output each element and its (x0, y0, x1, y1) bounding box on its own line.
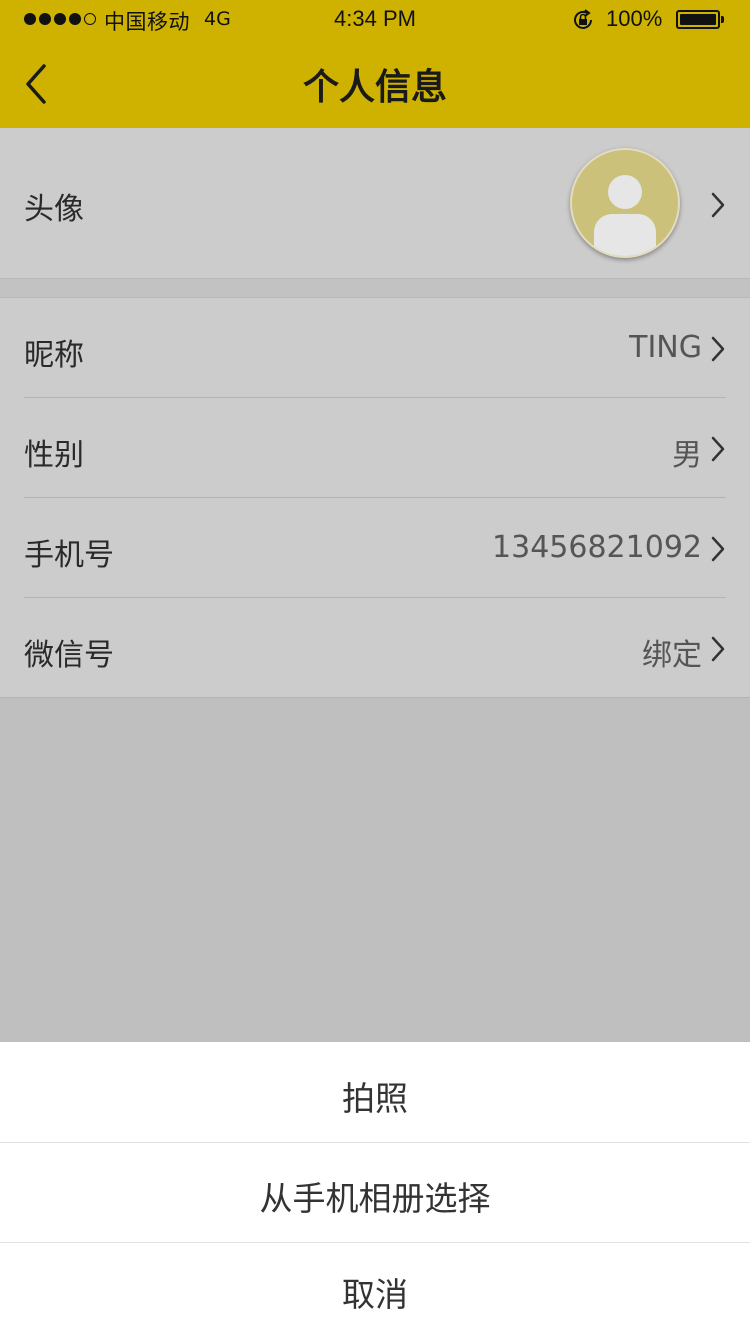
page-title: 个人信息 (302, 67, 447, 108)
section-separator (0, 278, 750, 298)
gender-label: 性别 (24, 438, 84, 473)
rotation-lock-icon (574, 9, 592, 29)
nickname-value: TING (629, 330, 702, 365)
wechat-label: 微信号 (24, 638, 114, 673)
phone-row[interactable]: 手机号 13456821092 (0, 498, 750, 598)
user-silhouette-icon (594, 175, 656, 256)
chevron-right-icon (711, 436, 725, 462)
gender-row[interactable]: 性别 男 (0, 398, 750, 498)
chevron-right-icon (711, 636, 725, 662)
avatar[interactable] (570, 148, 680, 258)
cancel-button[interactable]: 取消 (0, 1268, 750, 1316)
chevron-right-icon (711, 336, 725, 362)
battery-percent: 100% (606, 6, 663, 31)
phone-value: 13456821092 (492, 530, 702, 565)
battery-icon (676, 10, 720, 29)
action-sheet: 拍照 从手机相册选择 取消 (0, 1042, 750, 1334)
gender-value: 男 (672, 438, 702, 473)
chevron-right-icon (711, 536, 725, 562)
wechat-value: 绑定 (642, 638, 702, 673)
nickname-label: 昵称 (24, 338, 84, 373)
chevron-right-icon (711, 192, 725, 218)
status-bar: 中国移动 4G 4:34 PM 100% (0, 0, 750, 40)
header-bar: 中国移动 4G 4:34 PM 100% 个人信息 (0, 0, 750, 128)
wechat-row[interactable]: 微信号 绑定 (0, 598, 750, 698)
avatar-label: 头像 (24, 192, 84, 227)
sheet-divider (0, 1142, 750, 1143)
nickname-row[interactable]: 昵称 TING (0, 298, 750, 398)
choose-from-album-button[interactable]: 从手机相册选择 (0, 1172, 750, 1220)
take-photo-button[interactable]: 拍照 (0, 1072, 750, 1120)
phone-label: 手机号 (24, 538, 114, 573)
sheet-divider (0, 1242, 750, 1243)
battery-nub (721, 16, 724, 23)
